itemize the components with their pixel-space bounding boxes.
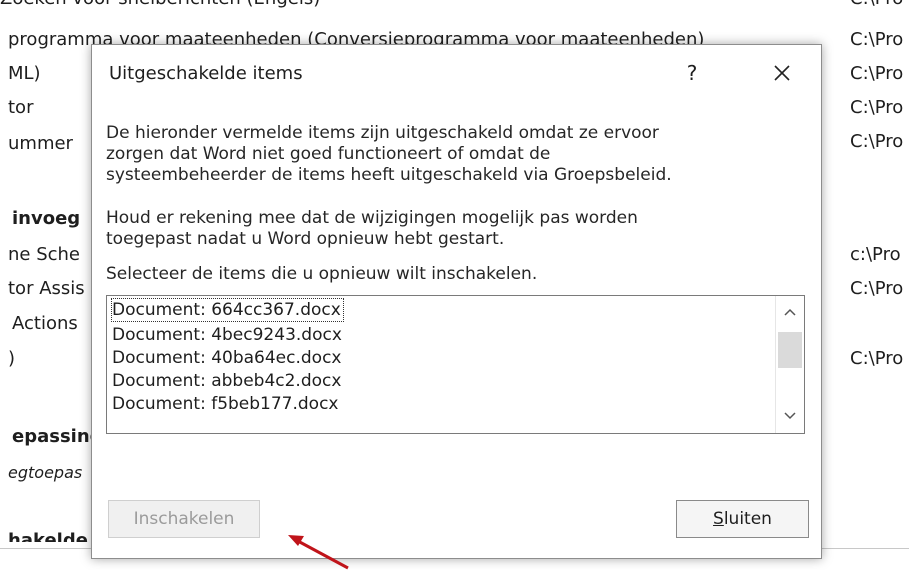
disabled-items-dialog: Uitgeschakelde items ? De hieronder verm… [91,44,822,559]
background-row-name: tor Assis [8,278,85,299]
background-row-path: C:\Pro [850,63,904,84]
background-row-name: ummer [8,133,73,154]
description-line: Houd er rekening mee dat de wijzigingen … [106,208,638,228]
background-row-italic: egtoepas [8,463,83,482]
scrollbar-thumb[interactable] [778,332,802,368]
help-button[interactable]: ? [680,59,704,87]
background-section-heading: invoeg [12,208,81,229]
description-line: systeembeheerder de items heeft uitgesch… [106,165,672,185]
close-icon[interactable] [768,59,796,87]
background-row-name: Actions [12,313,78,334]
list-item[interactable]: Document: 664cc367.docx [111,298,344,322]
chevron-down-icon[interactable] [782,408,798,422]
close-button-accelerator: S [713,509,724,529]
background-top-row-path: C:\Pro [850,0,903,9]
list-item[interactable]: Document: 40ba64ec.docx [112,347,341,369]
enable-button[interactable]: Inschakelen [108,500,260,538]
close-button-label: luiten [723,509,772,529]
background-row-path: C:\Pro [850,348,904,369]
background-row-path: C:\Pro [850,97,904,118]
description-line: toegepast nadat u Word opnieuw hebt gest… [106,229,505,249]
background-row-path: c:\Pro [850,244,901,265]
description-line: zorgen dat Word niet goed functioneert o… [106,144,551,164]
chevron-up-icon[interactable] [782,304,798,318]
vertical-scrollbar[interactable] [775,296,804,433]
list-item[interactable]: Document: 4bec9243.docx [112,324,342,346]
background-row-name: tor [8,97,34,118]
restart-note: Houd er rekening mee dat de wijzigingen … [106,208,806,250]
list-item[interactable]: Document: f5beb177.docx [112,393,339,415]
background-row-path: C:\Pro [850,278,904,299]
background-top-row-text: Zoeken voor snelberichten (Engels) [0,0,320,9]
background-row-name: ne Sche [8,244,81,265]
list-item[interactable]: Document: abbeb4c2.docx [112,370,341,392]
background-section-heading: epassing [12,426,103,447]
background-row-name: ML) [8,63,41,84]
background-row-name: ) [8,348,16,369]
background-row-path: C:\Pro [850,131,904,152]
close-button[interactable]: Sluiten [676,500,809,538]
background-row-path: C:\Pro [850,29,904,50]
background-top-row: Zoeken voor snelberichten (Engels) C:\Pr… [0,0,909,14]
dialog-title: Uitgeschakelde items [109,63,303,84]
description-line: De hieronder vermelde items zijn uitgesc… [106,123,659,143]
disabled-items-list[interactable]: Document: 664cc367.docx Document: 4bec92… [106,295,805,434]
dialog-description: De hieronder vermelde items zijn uitgesc… [106,123,806,186]
select-instruction: Selecteer de items die u opnieuw wilt in… [106,264,538,284]
background-section-heading: hakelde [8,530,88,542]
